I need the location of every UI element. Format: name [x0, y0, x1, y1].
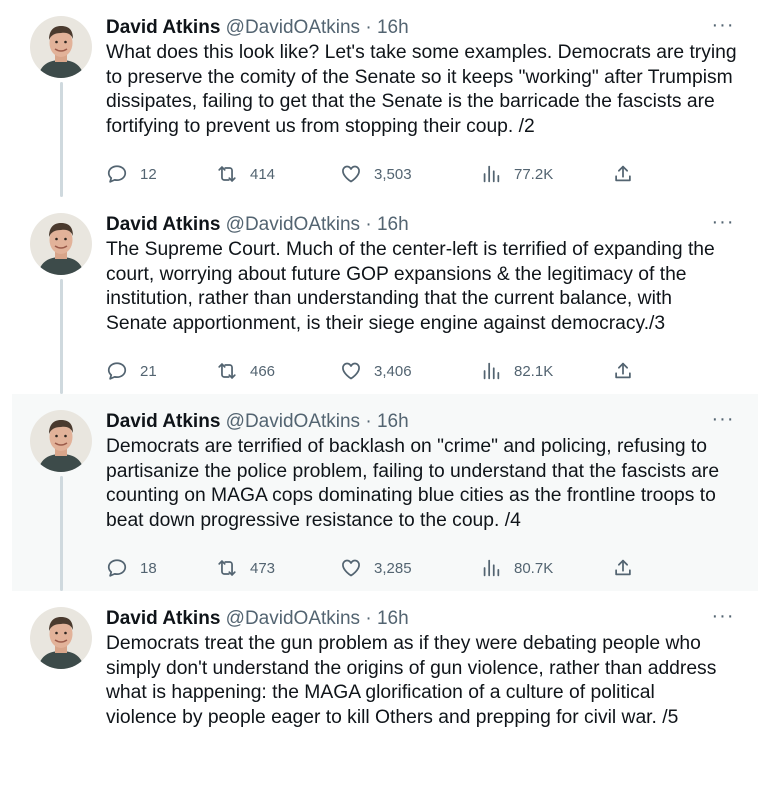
heart-icon [342, 165, 360, 183]
like-count: 3,285 [374, 559, 412, 577]
avatar[interactable] [30, 213, 92, 275]
views-icon [483, 165, 500, 183]
tweet-timestamp[interactable]: 16h [377, 17, 409, 38]
retweet-button[interactable]: 414 [216, 160, 275, 188]
tweet-header: David Atkins @DavidOAtkins · 16h [106, 410, 746, 434]
thread-connector-line [60, 476, 63, 591]
reply-count: 21 [140, 362, 157, 380]
tweet-timestamp[interactable]: 16h [377, 214, 409, 235]
share-icon [615, 362, 631, 379]
tweet-actions: 12 414 3,503 77.2K [106, 160, 646, 188]
views-button[interactable]: 77.2K [480, 160, 553, 188]
avatar[interactable] [30, 410, 92, 472]
more-icon[interactable]: ··· [708, 212, 738, 235]
retweet-count: 473 [250, 559, 276, 577]
like-count: 3,406 [374, 362, 412, 380]
retweet-button[interactable]: 466 [216, 357, 275, 385]
retweet-count: 466 [250, 362, 276, 380]
more-icon[interactable]: ··· [708, 409, 738, 432]
tweet[interactable]: David Atkins @DavidOAtkins · 16h ··· Dem… [12, 394, 758, 591]
avatar[interactable] [30, 16, 92, 78]
reply-icon [107, 362, 127, 380]
views-icon [483, 362, 500, 380]
retweet-icon [218, 166, 236, 182]
tweet-text: What does this look like? Let's take som… [106, 42, 737, 137]
share-button[interactable] [612, 554, 634, 582]
tweet-actions: 18 473 3,285 80.7K [106, 554, 646, 582]
tweet-header: David Atkins @DavidOAtkins · 16h [106, 213, 746, 237]
views-count: 82.1K [514, 362, 554, 380]
like-button[interactable]: 3,406 [340, 357, 412, 385]
tweet[interactable]: David Atkins @DavidOAtkins · 16h ··· Dem… [12, 591, 758, 788]
retweet-icon [218, 363, 236, 379]
tweet-thread: David Atkins @DavidOAtkins · 16h ··· Wha… [0, 0, 758, 752]
thread-connector-line [60, 279, 63, 394]
more-icon[interactable]: ··· [708, 606, 738, 629]
reply-button[interactable]: 21 [106, 357, 157, 385]
reply-button[interactable]: 18 [106, 554, 157, 582]
tweet-text: The Supreme Court. Much of the center-le… [106, 239, 715, 334]
separator-dot: · [365, 411, 372, 432]
tweet-header: David Atkins @DavidOAtkins · 16h [106, 16, 746, 40]
retweet-button[interactable]: 473 [216, 554, 275, 582]
like-count: 3,503 [374, 165, 412, 183]
tweet-content: David Atkins @DavidOAtkins · 16h ··· Wha… [106, 15, 746, 183]
more-icon[interactable]: ··· [708, 15, 738, 38]
tweet[interactable]: David Atkins @DavidOAtkins · 16h ··· The… [12, 197, 758, 394]
author-name[interactable]: David Atkins [106, 411, 220, 432]
author-name[interactable]: David Atkins [106, 608, 220, 629]
views-button[interactable]: 80.7K [480, 554, 553, 582]
separator-dot: · [365, 17, 372, 38]
avatar-image [30, 607, 92, 669]
avatar-image [30, 213, 92, 275]
avatar-column [30, 16, 92, 78]
tweet-content: David Atkins @DavidOAtkins · 16h ··· Dem… [106, 409, 746, 577]
share-icon [615, 165, 631, 182]
reply-count: 18 [140, 559, 157, 577]
thread-connector-line [60, 82, 63, 197]
share-button[interactable] [612, 357, 634, 385]
author-handle[interactable]: @DavidOAtkins [226, 214, 360, 235]
reply-button[interactable]: 12 [106, 160, 157, 188]
views-button[interactable]: 82.1K [480, 357, 553, 385]
reply-icon [107, 165, 127, 183]
author-handle[interactable]: @DavidOAtkins [226, 17, 360, 38]
author-handle[interactable]: @DavidOAtkins [226, 608, 360, 629]
views-icon [483, 559, 500, 577]
tweet-text: Democrats treat the gun problem as if th… [106, 633, 717, 728]
avatar-column [30, 213, 92, 275]
avatar-image [30, 16, 92, 78]
separator-dot: · [365, 214, 372, 235]
heart-icon [342, 362, 360, 380]
author-name[interactable]: David Atkins [106, 214, 220, 235]
tweet-timestamp[interactable]: 16h [377, 608, 409, 629]
reply-count: 12 [140, 165, 157, 183]
tweet-header: David Atkins @DavidOAtkins · 16h [106, 607, 746, 631]
separator-dot: · [365, 608, 372, 629]
avatar-column [30, 607, 92, 669]
retweet-count: 414 [250, 165, 276, 183]
author-name[interactable]: David Atkins [106, 17, 220, 38]
like-button[interactable]: 3,503 [340, 160, 412, 188]
share-icon [615, 559, 631, 576]
share-button[interactable] [612, 160, 634, 188]
tweet-content: David Atkins @DavidOAtkins · 16h ··· Dem… [106, 606, 746, 730]
tweet-content: David Atkins @DavidOAtkins · 16h ··· The… [106, 212, 746, 380]
like-button[interactable]: 3,285 [340, 554, 412, 582]
retweet-icon [218, 560, 236, 576]
tweet-text: Democrats are terrified of backlash on "… [106, 436, 720, 531]
views-count: 80.7K [514, 559, 554, 577]
avatar-image [30, 410, 92, 472]
tweet-actions: 21 466 3,406 82.1K [106, 357, 646, 385]
views-count: 77.2K [514, 165, 554, 183]
reply-icon [107, 559, 127, 577]
heart-icon [342, 559, 360, 577]
author-handle[interactable]: @DavidOAtkins [226, 411, 360, 432]
avatar[interactable] [30, 607, 92, 669]
tweet-timestamp[interactable]: 16h [377, 411, 409, 432]
tweet[interactable]: David Atkins @DavidOAtkins · 16h ··· Wha… [12, 0, 758, 197]
avatar-column [30, 410, 92, 472]
